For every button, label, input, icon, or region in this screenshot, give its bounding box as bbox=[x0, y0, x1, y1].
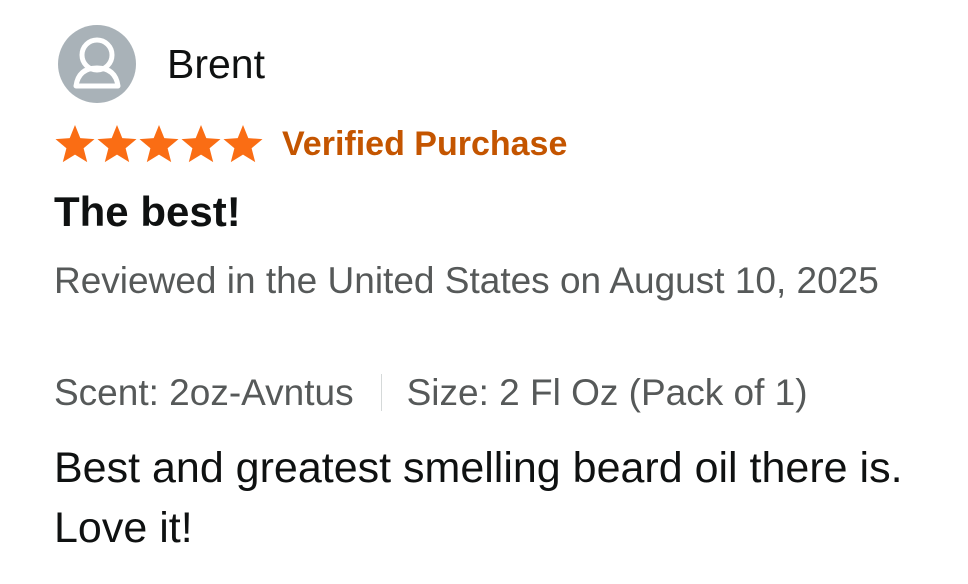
review-body: Best and greatest smelling beard oil the… bbox=[54, 444, 903, 552]
filled-star-icon bbox=[223, 125, 263, 163]
filled-star-icon bbox=[55, 125, 95, 163]
filled-star-icon bbox=[139, 125, 179, 163]
review-location-date: Reviewed in the United States on August … bbox=[54, 260, 879, 301]
verified-purchase-badge: Verified Purchase bbox=[282, 125, 568, 163]
filled-star-icon bbox=[97, 125, 137, 163]
customer-review: Brent Verified Purchase The best! Review… bbox=[0, 0, 968, 584]
scent-variant: Scent: 2oz-Avntus bbox=[54, 372, 354, 413]
star-rating[interactable] bbox=[54, 124, 264, 164]
review-title: The best! bbox=[54, 188, 241, 235]
reviewer-profile[interactable]: Brent bbox=[58, 25, 265, 103]
filled-star-icon bbox=[181, 125, 221, 163]
user-silhouette-icon[interactable] bbox=[58, 25, 136, 103]
rating-verified-row: Verified Purchase bbox=[54, 124, 567, 164]
product-variants: Scent: 2oz-Avntus Size: 2 Fl Oz (Pack of… bbox=[54, 374, 808, 411]
variant-divider bbox=[380, 374, 382, 411]
reviewer-name[interactable]: Brent bbox=[167, 43, 265, 85]
size-variant: Size: 2 Fl Oz (Pack of 1) bbox=[406, 372, 808, 413]
